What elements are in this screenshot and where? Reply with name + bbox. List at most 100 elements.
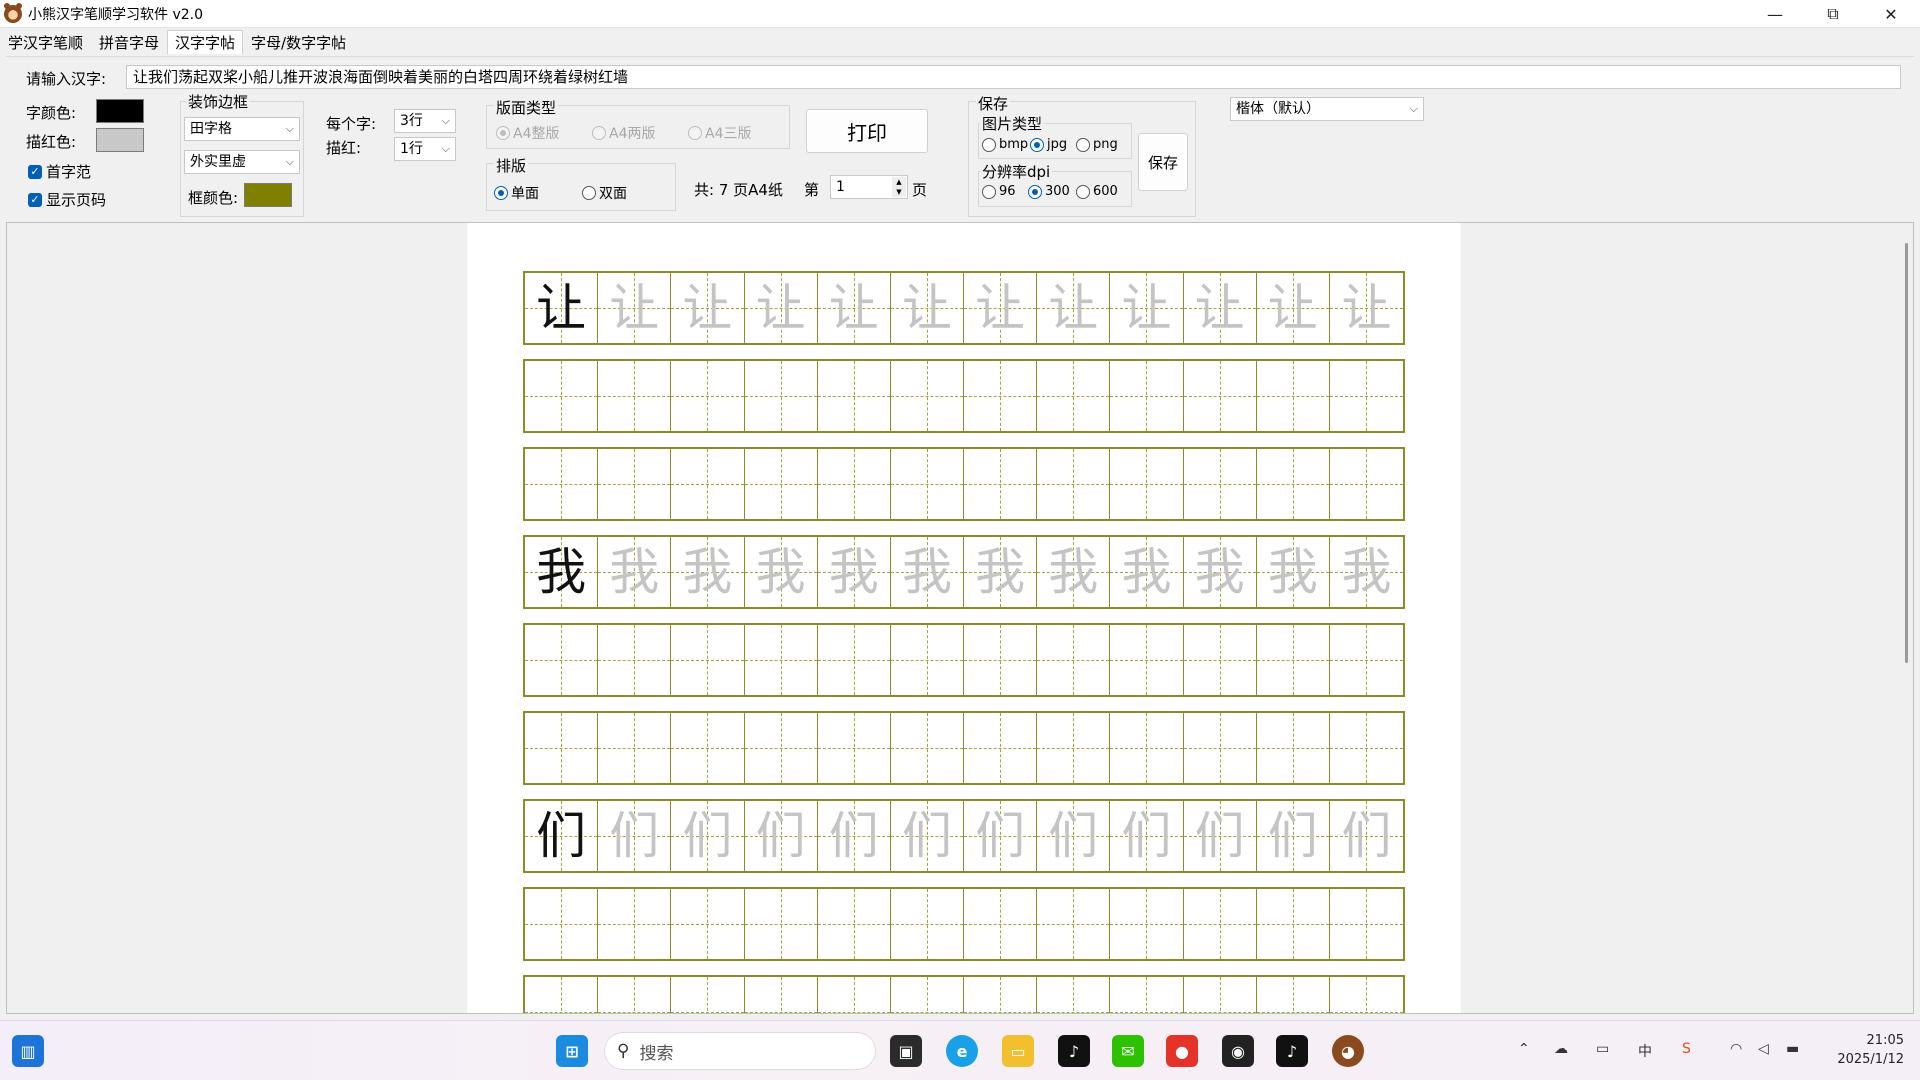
- sogou-icon[interactable]: S: [1682, 1041, 1691, 1057]
- trace-character: 让: [1194, 279, 1245, 337]
- border-style-select[interactable]: 外实里虚 ⌵: [184, 150, 300, 174]
- rows-per-char-label: 每个字:: [326, 115, 377, 133]
- qq-icon[interactable]: ◉: [1222, 1035, 1254, 1067]
- frame-color-label: 框颜色:: [188, 189, 239, 207]
- page-number-spinner[interactable]: 1 ▲ ▼: [830, 175, 908, 199]
- grid-type-value: 田字格: [190, 121, 232, 137]
- trace-color-swatch[interactable]: [96, 128, 144, 152]
- trace-character: 们: [1341, 807, 1392, 865]
- tian-grid-cell: [1183, 361, 1257, 431]
- wechat-icon[interactable]: ✉: [1112, 1035, 1144, 1067]
- trace-rows-select[interactable]: 1行 ⌵: [394, 137, 456, 161]
- ime-icon[interactable]: 中: [1638, 1041, 1652, 1061]
- dpi-96-radio[interactable]: 96: [982, 184, 1016, 199]
- rows-per-char-select[interactable]: 3行 ⌵: [394, 109, 456, 133]
- tian-grid-cell: [1329, 977, 1404, 1013]
- dpi-600-radio[interactable]: 600: [1076, 184, 1118, 199]
- volume-icon[interactable]: ◁: [1758, 1041, 1769, 1057]
- cloud-icon[interactable]: ☁: [1554, 1041, 1568, 1057]
- layout-a4-three-radio[interactable]: A4三版: [688, 123, 751, 143]
- show-hidden-icons-icon[interactable]: ⌃: [1518, 1041, 1530, 1057]
- single-side-radio[interactable]: 单面: [494, 183, 539, 203]
- wifi-icon[interactable]: ◠: [1730, 1041, 1742, 1057]
- tab-hanzi-copybook[interactable]: 汉字字帖: [167, 30, 244, 54]
- model-character: 们: [536, 807, 587, 865]
- trace-rows-label: 描红:: [326, 139, 362, 157]
- tian-grid-cell: [1329, 449, 1404, 519]
- spin-up-icon[interactable]: ▲: [892, 177, 906, 187]
- battery-icon[interactable]: ▬: [1786, 1041, 1799, 1057]
- first-model-label: 首字范: [46, 163, 92, 181]
- png-radio[interactable]: png: [1076, 137, 1118, 152]
- tian-grid-cell: [1037, 889, 1111, 959]
- dpi-300-radio[interactable]: 300: [1028, 184, 1070, 199]
- first-model-checkbox[interactable]: ✓ 首字范: [28, 161, 91, 182]
- tian-grid-cell: [525, 361, 599, 431]
- trace-character: 我: [975, 543, 1026, 601]
- hanzi-input[interactable]: 让我们荡起双桨小船儿推开波浪海面倒映着美丽的白塔四周环绕着绿树红墙: [126, 65, 1901, 89]
- bmp-radio[interactable]: bmp: [982, 137, 1028, 152]
- tiktok-icon[interactable]: ♪: [1058, 1035, 1090, 1067]
- copybook-page: 让让让让让让让让让让让让我我我我我我我我我我我我们们们们们们们们们们们们: [467, 223, 1461, 1013]
- tian-grid-cell: 们: [1110, 801, 1184, 871]
- clock[interactable]: 21:05 2025/1/12: [1837, 1031, 1904, 1069]
- tian-grid-cell: [744, 977, 818, 1013]
- trace-character: 让: [1341, 279, 1392, 337]
- tian-grid-cell: [1329, 713, 1404, 783]
- bear-app-icon[interactable]: ◕: [1332, 1035, 1364, 1067]
- spin-down-icon[interactable]: ▼: [892, 187, 906, 197]
- tab-stroke-order[interactable]: 学汉字笔顺: [0, 30, 91, 54]
- widgets-icon[interactable]: ▥: [12, 1035, 44, 1067]
- battery-saver-icon[interactable]: ▭: [1596, 1041, 1609, 1057]
- title-bar: 小熊汉字笔顺学习软件 v2.0 — ⧉ ✕: [0, 0, 1920, 28]
- trace-character: 我: [1121, 543, 1172, 601]
- tian-grid-cell: 让: [1183, 273, 1257, 343]
- edge-icon[interactable]: e: [946, 1035, 978, 1067]
- tian-grid-cell: [964, 713, 1038, 783]
- preview-area[interactable]: 让让让让让让让让让让让让我我我我我我我我我我我我们们们们们们们们们们们们: [6, 222, 1914, 1014]
- save-button[interactable]: 保存: [1138, 133, 1188, 191]
- tiktok-icon[interactable]: ♪: [1276, 1035, 1308, 1067]
- minimize-button[interactable]: —: [1746, 0, 1804, 28]
- tian-grid-cell: 们: [1037, 801, 1111, 871]
- tian-grid-cell: 让: [671, 273, 745, 343]
- restore-button[interactable]: ⧉: [1804, 0, 1862, 28]
- start-icon[interactable]: ⊞: [556, 1035, 588, 1067]
- trace-character: 让: [1048, 279, 1099, 337]
- font-color-label: 字颜色:: [26, 104, 77, 122]
- trace-character: 们: [755, 807, 806, 865]
- show-page-checkbox[interactable]: ✓ 显示页码: [28, 189, 106, 210]
- grid-row: 们们们们们们们们们们们们: [523, 799, 1405, 873]
- jpg-radio[interactable]: jpg: [1030, 137, 1067, 152]
- frame-color-swatch[interactable]: [244, 183, 292, 207]
- tian-grid-cell: 让: [817, 273, 891, 343]
- double-side-radio[interactable]: 双面: [582, 183, 627, 203]
- trace-character: 们: [828, 807, 879, 865]
- tian-grid-cell: [1037, 625, 1111, 695]
- font-color-swatch[interactable]: [96, 99, 144, 123]
- layout-a4-full-radio[interactable]: A4整版: [496, 123, 559, 143]
- file-explorer-icon[interactable]: ▭: [1002, 1035, 1034, 1067]
- tab-pinyin[interactable]: 拼音字母: [91, 30, 167, 54]
- task-view-icon[interactable]: ▣: [890, 1035, 922, 1067]
- vertical-scrollbar[interactable]: [1905, 243, 1908, 663]
- font-select[interactable]: 楷体（默认） ⌵: [1230, 97, 1424, 121]
- grid-type-select[interactable]: 田字格 ⌵: [184, 117, 300, 141]
- chevron-down-icon: ⌵: [285, 155, 294, 168]
- tian-grid-cell: [1110, 625, 1184, 695]
- tian-grid-cell: 我: [1256, 537, 1330, 607]
- close-button[interactable]: ✕: [1862, 0, 1920, 28]
- print-button[interactable]: 打印: [806, 109, 928, 153]
- tian-grid-cell: [1256, 713, 1330, 783]
- radio-dot: [582, 186, 596, 200]
- tian-grid-cell: [671, 977, 745, 1013]
- window-controls: — ⧉ ✕: [1746, 0, 1920, 28]
- weibo-icon[interactable]: ●: [1166, 1035, 1198, 1067]
- image-type-title: 图片类型: [980, 113, 1045, 134]
- tian-grid-cell: [1110, 361, 1184, 431]
- search-box[interactable]: ⚲ 搜索: [604, 1032, 876, 1070]
- layout-a4-two-radio[interactable]: A4两版: [592, 123, 655, 143]
- trace-character: 我: [682, 543, 733, 601]
- tian-grid-cell: [817, 361, 891, 431]
- tab-letter-number-copybook[interactable]: 字母/数字字帖: [243, 30, 354, 54]
